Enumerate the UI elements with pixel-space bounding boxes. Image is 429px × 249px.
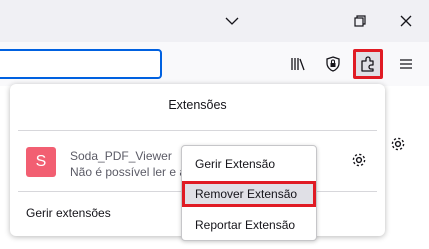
menu-item-manage-extension[interactable]: Gerir Extensão bbox=[182, 151, 316, 177]
gear-icon bbox=[391, 137, 405, 151]
shield-icon bbox=[326, 56, 340, 72]
gear-icon bbox=[352, 153, 366, 167]
manage-extensions-link[interactable]: Gerir extensões bbox=[26, 206, 111, 220]
navigation-toolbar bbox=[0, 42, 429, 86]
menu-icon bbox=[400, 59, 412, 69]
restore-icon bbox=[354, 15, 366, 27]
library-button[interactable] bbox=[283, 49, 313, 79]
chevron-down-icon bbox=[225, 17, 239, 25]
url-bar[interactable] bbox=[0, 49, 162, 79]
panel-divider bbox=[18, 130, 377, 131]
close-icon bbox=[400, 15, 412, 27]
extension-status: Não é possível ler e al bbox=[70, 165, 188, 179]
library-icon bbox=[291, 58, 305, 71]
extension-icon: S bbox=[26, 147, 56, 177]
tracking-protection-button[interactable] bbox=[318, 49, 348, 79]
panel-title: Extensões bbox=[168, 98, 227, 112]
close-button[interactable] bbox=[383, 0, 429, 42]
tab-list-button[interactable] bbox=[209, 0, 255, 42]
menu-item-report-extension[interactable]: Reportar Extensão bbox=[182, 212, 316, 238]
extension-options-button[interactable] bbox=[350, 151, 368, 174]
extension-name[interactable]: Soda_PDF_Viewer bbox=[70, 149, 172, 163]
page-settings-button[interactable] bbox=[389, 135, 407, 158]
app-menu-button[interactable] bbox=[391, 49, 421, 79]
title-bar bbox=[0, 0, 429, 42]
restore-button[interactable] bbox=[337, 0, 383, 42]
extension-context-menu: Gerir Extensão Remover Extensão Reportar… bbox=[181, 145, 317, 241]
extensions-icon bbox=[361, 56, 374, 72]
extensions-button[interactable] bbox=[353, 49, 383, 79]
menu-item-remove-extension[interactable]: Remover Extensão bbox=[182, 181, 316, 207]
